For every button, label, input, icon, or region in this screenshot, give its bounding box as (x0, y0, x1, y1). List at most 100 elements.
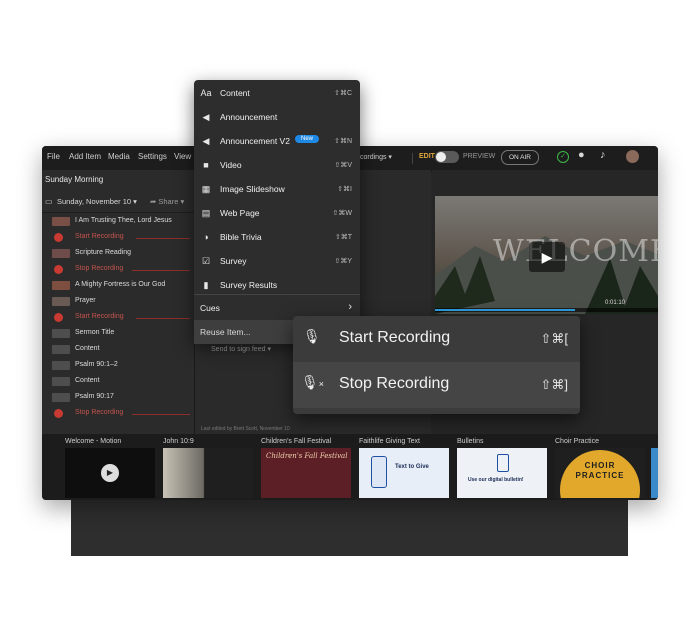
preview-slide[interactable]: WELCOME ▶ 0:01:10 (435, 196, 658, 314)
menu-item-bible-trivia[interactable]: ◑ Bible Trivia ⇧⌘T (194, 225, 360, 249)
new-badge: New (295, 135, 320, 143)
play-icon: ▶ (101, 464, 119, 482)
video-icon: ■ (203, 160, 209, 170)
strip-label: Children's Fall Festival (261, 438, 332, 445)
record-cue-icon (54, 313, 63, 322)
menu-item-announcement[interactable]: ◀ Announcement (194, 105, 360, 129)
shortcut-label: ⇧⌘T (334, 234, 352, 241)
shortcut-label: ⇧⌘N (334, 138, 352, 145)
strip-label: John 10:9 (163, 438, 194, 445)
menu-settings[interactable]: Settings (138, 152, 167, 161)
plan-item[interactable]: Content (42, 374, 194, 390)
item-thumbnail (52, 329, 70, 338)
cue-row[interactable]: Start Recording (42, 310, 194, 326)
avatar[interactable] (626, 150, 639, 163)
video-progress-bar[interactable] (435, 308, 658, 312)
thumb-faithlife-giving-text[interactable]: Text to Give (359, 448, 449, 498)
start-recording-cue[interactable]: 🎙 Start Recording ⇧⌘[ (293, 316, 580, 362)
cue-row[interactable]: Start Recording (42, 230, 194, 246)
strip-label: Bulletins (457, 438, 484, 445)
stop-recording-cue[interactable]: 🎙× Stop Recording ⇧⌘] (293, 362, 580, 408)
start-recording-label: Start Recording (339, 329, 451, 346)
date-selector[interactable]: Sunday, November 10 ▾ (57, 197, 137, 206)
plan-item[interactable]: Psalm 90:17 (42, 390, 194, 406)
video-time: 0:01:10 (605, 300, 626, 306)
giving-text: Text to Give (395, 464, 429, 470)
menu-view[interactable]: View (174, 152, 191, 161)
cues-label: Cues (200, 303, 220, 313)
shortcut-label: ⇧⌘W (332, 210, 352, 217)
menu-media[interactable]: Media (108, 152, 130, 161)
thumb-childrens-fall-festival[interactable]: Children's Fall Festival (261, 448, 351, 498)
on-air-button[interactable]: ON AIR (501, 150, 539, 165)
item-thumbnail (52, 281, 70, 290)
thumb-john-10-9[interactable] (163, 448, 253, 498)
cue-row[interactable]: Stop Recording (42, 262, 194, 278)
media-strip: Welcome - Motion John 10:9 Children's Fa… (42, 434, 658, 500)
recordings-dropdown[interactable]: cordings ▾ (360, 153, 392, 161)
bulletin-text: Use our digital bulletin! (468, 477, 524, 483)
plan-item[interactable]: Scripture Reading (42, 246, 194, 262)
menu-item-image-slideshow[interactable]: ▦ Image Slideshow ⇧⌘I (194, 177, 360, 201)
cues-submenu: 🎙 Start Recording ⇧⌘[ 🎙× Stop Recording … (293, 316, 580, 414)
chat-icon[interactable]: ● (578, 149, 585, 161)
menu-item-content[interactable]: Aa Content ⇧⌘C (194, 81, 360, 105)
menu-item-label: Survey Results (220, 280, 278, 290)
bible-trivia-icon: ◑ (203, 232, 209, 242)
thumb-bulletins[interactable]: Use our digital bulletin! (457, 448, 547, 498)
edit-preview-toggle[interactable] (435, 151, 459, 163)
video-progress-fill (435, 309, 575, 311)
microphone-off-icon: 🎙× (301, 374, 325, 390)
item-label: Content (75, 345, 100, 352)
thumb-partial (651, 448, 658, 498)
plan-item[interactable]: Prayer (42, 294, 194, 310)
cue-line (132, 270, 190, 271)
plan-item[interactable]: Content (42, 342, 194, 358)
item-label: I Am Trusting Thee, Lord Jesus (75, 217, 172, 224)
top-toolbar: cordings ▾ EDIT PREVIEW ON AIR ✓ ● ♪ (360, 146, 658, 170)
menu-item-label: Content (220, 88, 250, 98)
item-thumbnail (52, 393, 70, 402)
menu-file[interactable]: File (47, 152, 60, 161)
share-button[interactable]: ➦ Share ▾ (150, 197, 184, 206)
phone-icon (371, 456, 387, 488)
plan-item[interactable]: Sermon Title (42, 326, 194, 342)
menu-item-label: Announcement (220, 112, 278, 122)
item-thumbnail (52, 377, 70, 386)
start-recording-shortcut: ⇧⌘[ (540, 331, 568, 346)
item-label: Prayer (75, 297, 96, 304)
stop-recording-shortcut: ⇧⌘] (540, 377, 568, 392)
menu-item-video[interactable]: ■ Video ⇧⌘V (194, 153, 360, 177)
thumb-choir-practice[interactable]: CHOIR PRACTICE (555, 448, 645, 498)
choir-title: CHOIR PRACTICE (575, 461, 625, 480)
item-thumbnail (52, 217, 70, 226)
plan-item[interactable]: Psalm 90:1–2 (42, 358, 194, 374)
menu-item-web-page[interactable]: ▤ Web Page ⇧⌘W (194, 201, 360, 225)
strip-label: Choir Practice (555, 438, 599, 445)
edit-label: EDIT (419, 153, 435, 160)
thumb-welcome-motion[interactable]: ▶ (65, 448, 155, 498)
stop-recording-label: Stop Recording (339, 375, 450, 392)
reuse-item-label: Reuse Item... (200, 327, 251, 337)
send-to-sign-feed[interactable]: Send to sign feed ▾ (211, 345, 271, 353)
plan-item[interactable]: A Mighty Fortress is Our God (42, 278, 194, 294)
item-thumbnail (52, 297, 70, 306)
last-edited: Last edited by Brett Scott, November 10 (201, 426, 290, 432)
play-icon[interactable]: ▶ (529, 242, 565, 272)
plan-item[interactable]: I Am Trusting Thee, Lord Jesus (42, 214, 194, 230)
menu-item-survey[interactable]: ☑ Survey ⇧⌘Y (194, 249, 360, 273)
strip-label: Welcome - Motion (65, 438, 122, 445)
item-label: A Mighty Fortress is Our God (75, 281, 166, 288)
phone-icon (497, 454, 509, 472)
toggle-knob (436, 152, 446, 162)
cue-label: Start Recording (75, 313, 124, 320)
menu-item-announcement-v2[interactable]: ◀ Announcement V2 New ⇧⌘N (194, 129, 360, 153)
menu-item-label: Image Slideshow (220, 184, 285, 194)
notifications-bell-icon[interactable]: ♪ (600, 149, 606, 161)
cue-row[interactable]: Stop Recording (42, 406, 194, 422)
divider (412, 153, 413, 164)
item-label: Sermon Title (75, 329, 115, 336)
chevron-right-icon: › (348, 301, 352, 313)
calendar-icon: ▭ (45, 197, 53, 206)
menu-add-item[interactable]: Add Item (69, 152, 101, 161)
